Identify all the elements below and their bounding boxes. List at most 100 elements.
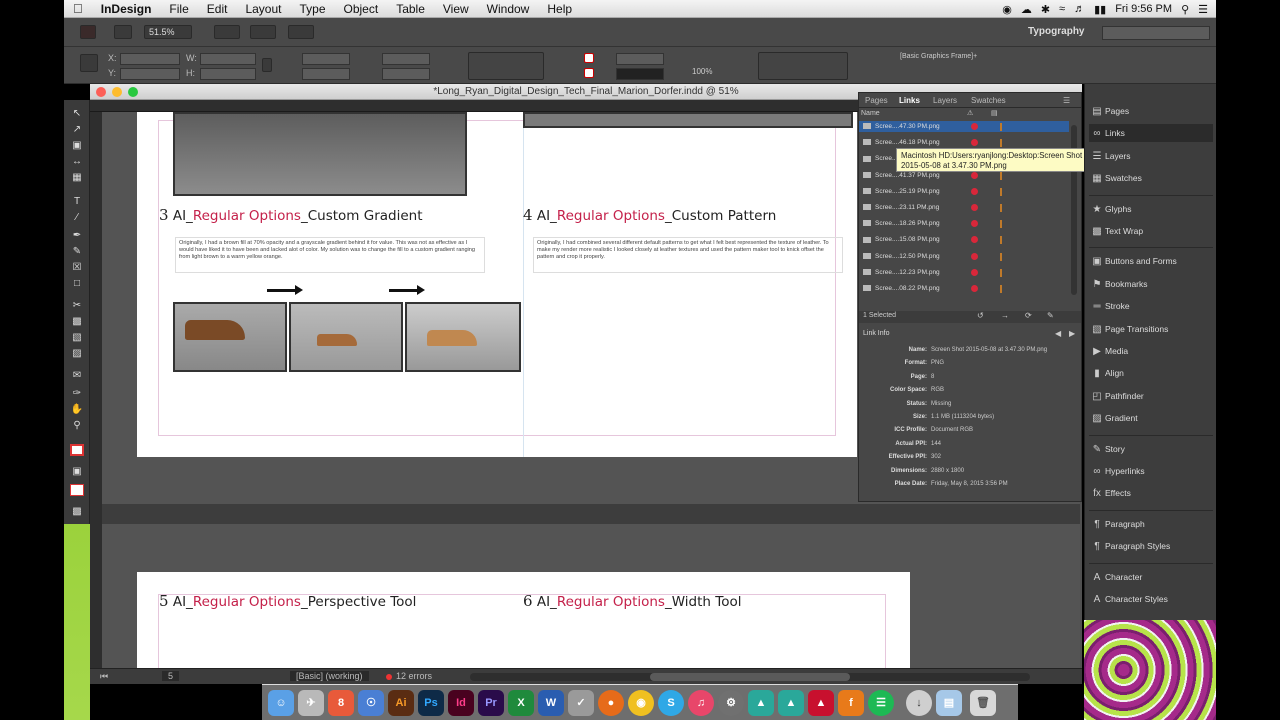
menu-app-name[interactable]: InDesign bbox=[92, 2, 161, 16]
zoom-window-icon[interactable] bbox=[128, 87, 138, 97]
screen-mode-icon[interactable]: ▩ bbox=[70, 506, 84, 518]
link-row[interactable]: Scree....25.19 PM.png bbox=[863, 186, 1073, 197]
folder-icon[interactable]: ▤ bbox=[936, 690, 962, 716]
menu-edit[interactable]: Edit bbox=[198, 2, 237, 16]
tab-links[interactable]: Links bbox=[899, 96, 920, 105]
stroke-swatch[interactable] bbox=[584, 68, 594, 78]
status-column-icon[interactable]: ⚠ bbox=[967, 109, 973, 117]
indesign-icon[interactable]: Id bbox=[448, 690, 474, 716]
section-3-heading[interactable]: 3 AI_Regular Options_Custom Gradient bbox=[159, 206, 423, 224]
spread-upper[interactable]: 3 AI_Regular Options_Custom Gradient Ori… bbox=[137, 112, 857, 457]
dock-item-pathfinder[interactable]: ◰ Pathfinder bbox=[1089, 387, 1213, 405]
type-tool-icon[interactable]: T bbox=[70, 196, 84, 208]
menu-type[interactable]: Type bbox=[290, 2, 334, 16]
hand-tool-icon[interactable]: ✋ bbox=[70, 404, 84, 416]
vertical-ruler[interactable] bbox=[90, 112, 102, 668]
missing-link-icon[interactable] bbox=[971, 187, 978, 195]
dock-item-buttons-and-forms[interactable]: ▣ Buttons and Forms bbox=[1089, 252, 1213, 270]
help-search-input[interactable] bbox=[1102, 26, 1210, 40]
free-transform-tool-icon[interactable]: ▩ bbox=[70, 316, 84, 328]
missing-link-icon[interactable] bbox=[971, 236, 978, 244]
missing-link-icon[interactable] bbox=[971, 252, 978, 260]
link-row[interactable]: Scree....18.26 PM.png bbox=[863, 218, 1073, 229]
safari-icon[interactable]: ☉ bbox=[358, 690, 384, 716]
missing-link-icon[interactable] bbox=[971, 123, 978, 130]
frame-style-select[interactable]: [Basic Graphics Frame]+ bbox=[900, 53, 977, 60]
finder-icon[interactable]: ☺ bbox=[268, 690, 294, 716]
system-preferences-icon[interactable]: ⚙ bbox=[718, 690, 744, 716]
close-window-icon[interactable] bbox=[96, 87, 106, 97]
missing-link-icon[interactable] bbox=[971, 268, 978, 276]
dock-item-character[interactable]: A Character bbox=[1089, 568, 1213, 586]
link-info-title[interactable]: Link Info bbox=[863, 330, 889, 337]
missing-link-icon[interactable] bbox=[971, 171, 978, 179]
dock-item-page-transitions[interactable]: ▧ Page Transitions bbox=[1089, 320, 1213, 338]
stickies-icon[interactable]: ✓ bbox=[568, 690, 594, 716]
stroke-weight-field[interactable] bbox=[616, 53, 664, 65]
section-4-text[interactable]: Originally, I had combined several diffe… bbox=[533, 237, 843, 273]
previous-link-icon[interactable]: ◀ bbox=[1055, 329, 1061, 338]
spread-lower[interactable]: 5 AI_Regular Options_Perspective Tool 6 … bbox=[137, 572, 910, 668]
horizontal-scrollbar[interactable] bbox=[470, 673, 1030, 681]
dock-item-effects[interactable]: fx Effects bbox=[1089, 484, 1213, 502]
stroke-type-select[interactable] bbox=[616, 68, 664, 80]
clock[interactable]: Fri 9:56 PM bbox=[1115, 3, 1172, 15]
placed-screenshot-1[interactable] bbox=[173, 302, 287, 372]
firefox-icon[interactable]: ● bbox=[598, 690, 624, 716]
next-link-icon[interactable]: ▶ bbox=[1069, 329, 1075, 338]
dock-item-story[interactable]: ✎ Story bbox=[1089, 440, 1213, 458]
menu-file[interactable]: File bbox=[160, 2, 197, 16]
dock-item-bookmarks[interactable]: ⚑ Bookmarks bbox=[1089, 275, 1213, 293]
gap-tool-icon[interactable]: ↔ bbox=[70, 156, 84, 168]
menu-view[interactable]: View bbox=[434, 2, 478, 16]
missing-link-icon[interactable] bbox=[971, 285, 978, 292]
dock-item-paragraph-styles[interactable]: ¶ Paragraph Styles bbox=[1089, 537, 1213, 555]
wifi-icon[interactable]: ≈ bbox=[1059, 3, 1065, 15]
itunes-icon[interactable]: ♫ bbox=[688, 690, 714, 716]
panel-menu-icon[interactable]: ☰ bbox=[1063, 96, 1070, 105]
layout-button[interactable] bbox=[288, 25, 314, 39]
relink-icon[interactable]: ↺ bbox=[977, 311, 984, 320]
dock-item-align[interactable]: ▮ Align bbox=[1089, 364, 1213, 382]
menu-table[interactable]: Table bbox=[387, 2, 434, 16]
muse-icon[interactable]: ▲ bbox=[778, 690, 804, 716]
page-tool-icon[interactable]: ▣ bbox=[70, 140, 84, 152]
dock-item-gradient[interactable]: ▨ Gradient bbox=[1089, 409, 1213, 427]
dock-item-stroke[interactable]: ═ Stroke bbox=[1089, 297, 1213, 315]
dock-item-glyphs[interactable]: ★ Glyphs bbox=[1089, 200, 1213, 218]
y-field[interactable] bbox=[120, 68, 180, 80]
selection-tool-icon[interactable]: ↖ bbox=[70, 108, 84, 120]
volume-icon[interactable]: ♬ bbox=[1074, 3, 1085, 15]
calendar-icon[interactable]: 8 bbox=[328, 690, 354, 716]
first-page-button[interactable]: ⏮ bbox=[100, 671, 108, 682]
zoom-tool-icon[interactable]: ⚲ bbox=[70, 420, 84, 432]
placed-screenshot-3[interactable] bbox=[405, 302, 521, 372]
menu-layout[interactable]: Layout bbox=[236, 2, 290, 16]
link-row[interactable]: Scree....47.30 PM.png bbox=[863, 121, 1073, 132]
direct-selection-tool-icon[interactable]: ↗ bbox=[70, 124, 84, 136]
skype-icon[interactable]: S bbox=[658, 690, 684, 716]
dock-item-character-styles[interactable]: A Character Styles bbox=[1089, 590, 1213, 608]
screen-mode-button[interactable] bbox=[214, 25, 240, 39]
notification-icon[interactable]: ☰ bbox=[1198, 3, 1208, 16]
word-icon[interactable]: W bbox=[538, 690, 564, 716]
eyedropper-tool-icon[interactable]: ✑ bbox=[70, 388, 84, 400]
opacity-field[interactable]: 100% bbox=[692, 67, 712, 76]
reference-point-icon[interactable] bbox=[80, 54, 98, 72]
pencil-tool-icon[interactable]: ✎ bbox=[70, 246, 84, 258]
gradient-feather-tool-icon[interactable]: ▨ bbox=[70, 348, 84, 360]
edit-original-icon[interactable]: ✎ bbox=[1047, 311, 1054, 320]
fill-swatch[interactable] bbox=[584, 53, 594, 63]
section-3-text[interactable]: Originally, I had a brown fill at 70% op… bbox=[175, 237, 485, 273]
placed-screenshot-top[interactable] bbox=[173, 112, 467, 196]
link-row[interactable]: Scree....23.11 PM.png bbox=[863, 202, 1073, 213]
dock-item-text-wrap[interactable]: ▩ Text Wrap bbox=[1089, 222, 1213, 240]
note-tool-icon[interactable]: ✉ bbox=[70, 370, 84, 382]
workspace-switcher[interactable]: Typography bbox=[1028, 26, 1084, 37]
rectangle-tool-icon[interactable]: □ bbox=[70, 278, 84, 290]
apple-icon[interactable]:  bbox=[64, 1, 92, 16]
pen-tool-icon[interactable]: ✒ bbox=[70, 230, 84, 242]
constrain-proportions-icon[interactable] bbox=[262, 58, 272, 72]
dock-item-swatches[interactable]: ▦ Swatches bbox=[1089, 169, 1213, 187]
x-field[interactable] bbox=[120, 53, 180, 65]
